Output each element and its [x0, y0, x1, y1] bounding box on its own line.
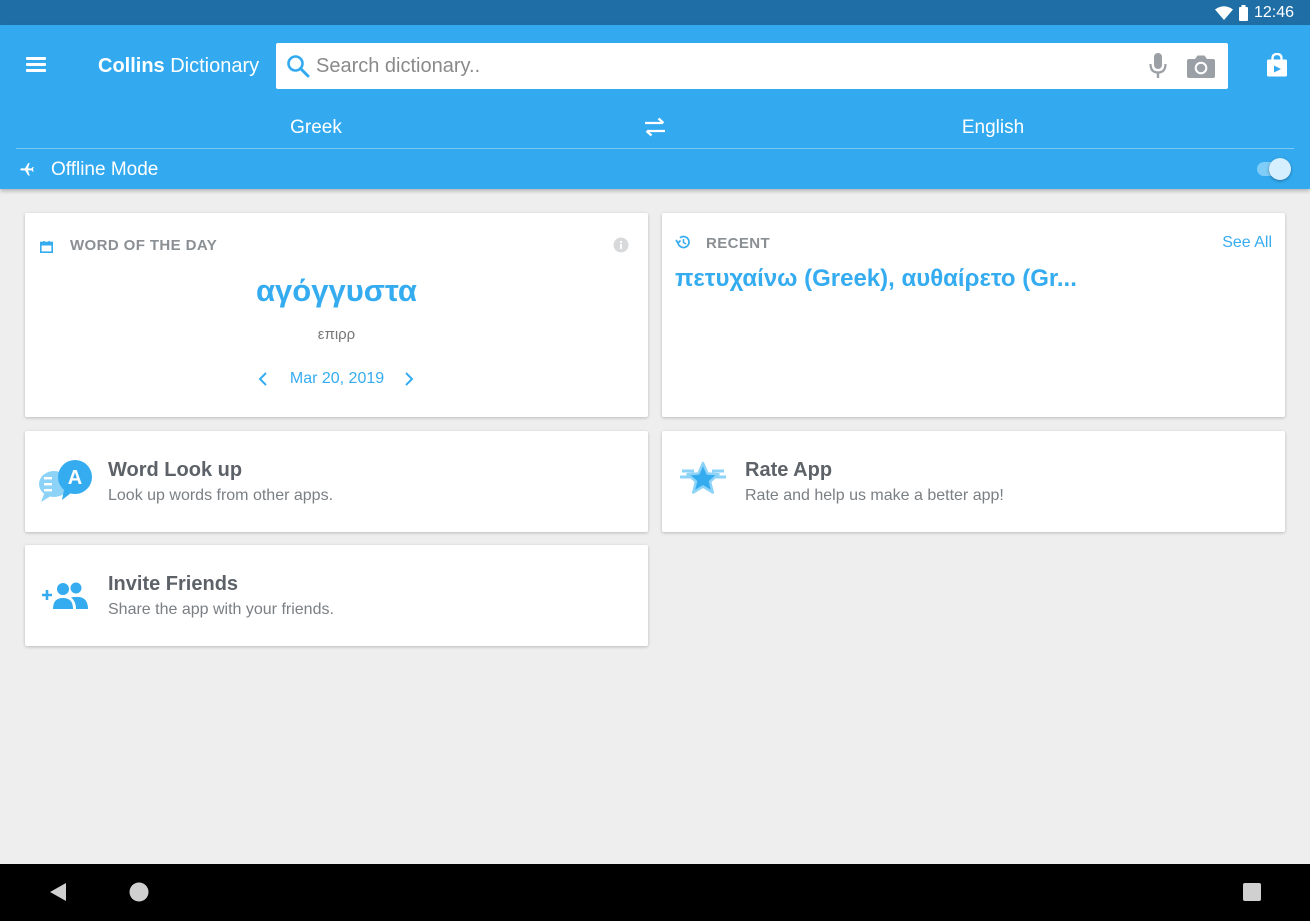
invite-friends-card[interactable]: Invite Friends Share the app with your f… — [25, 545, 648, 646]
chevron-left-icon[interactable] — [257, 371, 269, 392]
menu-button[interactable] — [26, 56, 48, 74]
app-bar: Collins Dictionary Greek English Offline… — [0, 25, 1310, 189]
offline-mode-toggle[interactable] — [1257, 158, 1291, 180]
shopping-bag-icon[interactable] — [1266, 52, 1288, 82]
target-language[interactable]: English — [693, 117, 1293, 139]
word-of-the-day-date: Mar 20, 2019 — [289, 370, 385, 387]
search-icon[interactable] — [286, 54, 310, 83]
rate-app-card[interactable]: Rate App Rate and help us make a better … — [662, 431, 1285, 532]
language-selector: Greek English — [16, 107, 1294, 149]
search-box — [276, 43, 1228, 89]
airplane-icon — [19, 161, 35, 182]
word-lookup-icon: A — [38, 458, 96, 509]
offline-mode-label: Offline Mode — [51, 159, 159, 180]
recent-searches[interactable]: πετυχαίνω (Greek), αυθαίρετο (Gr... — [675, 265, 1275, 293]
add-people-icon — [41, 581, 89, 616]
back-icon[interactable] — [49, 882, 67, 907]
rate-app-subtitle: Rate and help us make a better app! — [745, 487, 1004, 504]
microphone-icon[interactable] — [1149, 53, 1167, 84]
see-all-link[interactable]: See All — [1222, 234, 1272, 252]
date-navigation: Mar 20, 2019 — [25, 369, 648, 391]
history-icon — [675, 234, 691, 255]
word-of-the-day-card: WORD OF THE DAY αγόγγυστα επιρρ Mar 20, … — [25, 213, 648, 417]
invite-friends-subtitle: Share the app with your friends. — [108, 601, 334, 618]
calendar-icon — [40, 240, 53, 258]
chevron-right-icon[interactable] — [403, 371, 415, 392]
swap-languages-icon[interactable] — [644, 117, 666, 142]
rate-app-title: Rate App — [745, 459, 833, 481]
app-title: Collins Dictionary — [98, 55, 259, 78]
app-title-rest: Dictionary — [164, 55, 260, 77]
navigation-bar — [0, 864, 1310, 921]
info-icon[interactable] — [613, 237, 629, 258]
word-of-the-day-header: WORD OF THE DAY — [70, 237, 218, 254]
svg-text:A: A — [68, 467, 82, 489]
offline-mode-row: Offline Mode — [0, 149, 1310, 189]
toggle-thumb — [1269, 158, 1291, 180]
word-lookup-title: Word Look up — [108, 459, 243, 481]
home-icon[interactable] — [129, 882, 149, 907]
invite-friends-title: Invite Friends — [108, 573, 239, 595]
recent-card: RECENT See All πετυχαίνω (Greek), αυθαίρ… — [662, 213, 1285, 417]
camera-icon[interactable] — [1186, 54, 1216, 83]
word-lookup-card[interactable]: A Word Look up Look up words from other … — [25, 431, 648, 532]
app-title-brand: Collins — [98, 55, 165, 77]
search-input[interactable] — [316, 43, 1136, 89]
source-language[interactable]: Greek — [16, 117, 616, 139]
status-icons: 12:46 — [1214, 3, 1294, 23]
word-of-the-day-word[interactable]: αγόγγυστα — [25, 273, 648, 309]
word-lookup-subtitle: Look up words from other apps. — [108, 487, 334, 504]
wifi-icon — [1214, 6, 1233, 20]
recents-icon[interactable] — [1243, 883, 1261, 906]
status-bar: 12:46 — [0, 0, 1310, 25]
clock-time: 12:46 — [1253, 4, 1294, 21]
star-icon — [680, 461, 726, 502]
part-of-speech: επιρρ — [317, 326, 356, 343]
recent-header: RECENT — [706, 235, 771, 252]
battery-icon — [1238, 5, 1248, 21]
